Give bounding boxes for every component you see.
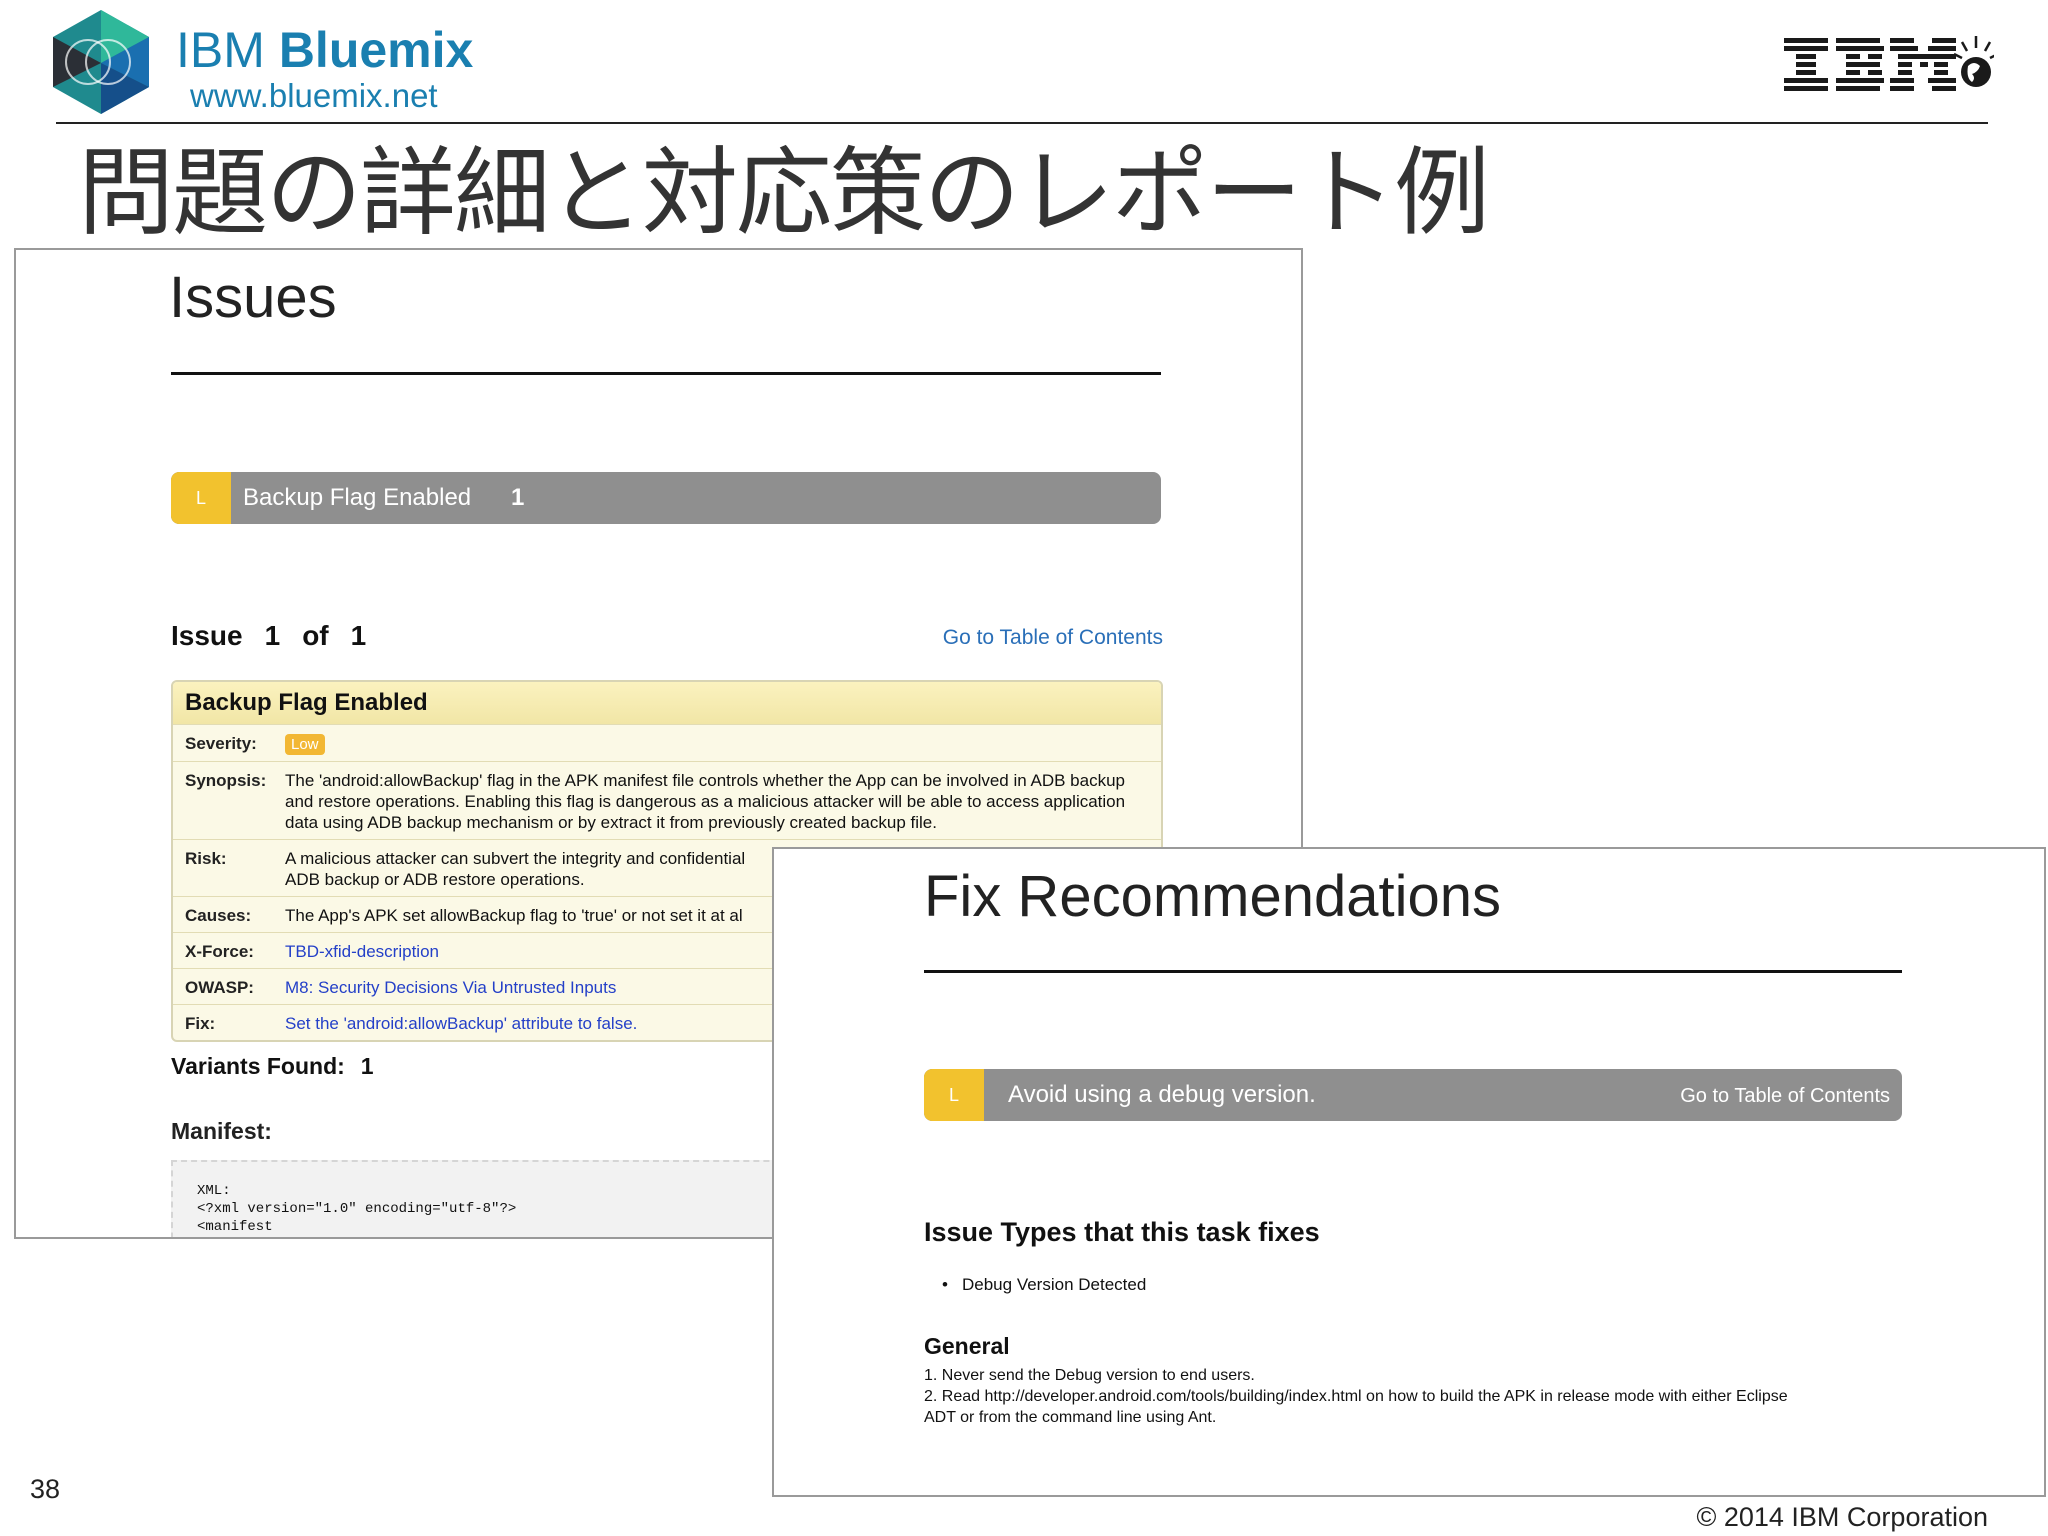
severity-letter: L xyxy=(195,488,206,508)
fix-recommendations-screenshot: Fix Recommendations L Avoid using a debu… xyxy=(772,847,2046,1497)
issue-bar-title: Backup Flag Enabled xyxy=(243,484,472,511)
brand-url: www.bluemix.net xyxy=(190,77,438,114)
detail-row-synopsis: Synopsis: The 'android:allowBackup' flag… xyxy=(173,762,1161,840)
general-line: 2. Read http://developer.android.com/too… xyxy=(924,1388,1788,1405)
issue-types-heading: Issue Types that this task fixes xyxy=(924,1217,1320,1247)
page-number: 38 xyxy=(30,1474,61,1504)
issue-detail-title: Backup Flag Enabled xyxy=(173,682,1161,725)
general-line: ADT or from the command line using Ant. xyxy=(924,1409,1217,1426)
issue-counter: Issue 1 of 1 xyxy=(171,620,367,651)
fix-divider xyxy=(924,970,1902,973)
issue-severity-bar[interactable]: L Backup Flag Enabled 1 xyxy=(171,472,1161,524)
issues-divider xyxy=(171,372,1161,375)
go-to-toc-link[interactable]: Go to Table of Contents xyxy=(943,626,1163,650)
xforce-link[interactable]: TBD-xfid-description xyxy=(285,933,447,968)
brand-title: IBM Bluemix xyxy=(176,22,474,78)
owasp-link[interactable]: M8: Security Decisions Via Untrusted Inp… xyxy=(285,969,624,1004)
general-heading: General xyxy=(924,1333,1010,1359)
fix-bar-title: Avoid using a debug version. xyxy=(1008,1081,1316,1108)
general-instructions: 1. Never send the Debug version to end u… xyxy=(924,1365,1924,1428)
header-divider xyxy=(56,122,1988,124)
severity-low-label: Low xyxy=(285,734,325,755)
fix-heading: Fix Recommendations xyxy=(924,864,1501,929)
issue-bar-count: 1 xyxy=(511,484,525,511)
detail-row-severity: Severity: Low xyxy=(173,725,1161,762)
go-to-toc-link[interactable]: Go to Table of Contents xyxy=(1680,1085,1890,1108)
general-line: 1. Never send the Debug version to end u… xyxy=(924,1367,1255,1384)
fix-severity-bar[interactable]: L Avoid using a debug version. Go to Tab… xyxy=(924,1069,1902,1121)
variants-found: Variants Found: 1 xyxy=(171,1053,374,1079)
severity-letter: L xyxy=(948,1085,959,1105)
fix-link[interactable]: Set the 'android:allowBackup' attribute … xyxy=(285,1005,645,1040)
copyright: © 2014 IBM Corporation xyxy=(1696,1502,1988,1532)
bluemix-logo-icon xyxy=(53,10,149,114)
manifest-label: Manifest: xyxy=(171,1118,272,1144)
issue-type-item: Debug Version Detected xyxy=(942,1275,1146,1295)
slide-title: 問題の詳細と対応策のレポート例 xyxy=(78,137,1490,249)
ibm-logo-icon xyxy=(1784,36,1994,91)
issues-heading: Issues xyxy=(169,265,337,330)
brand-block: IBM Bluemix www.bluemix.net xyxy=(176,22,473,114)
